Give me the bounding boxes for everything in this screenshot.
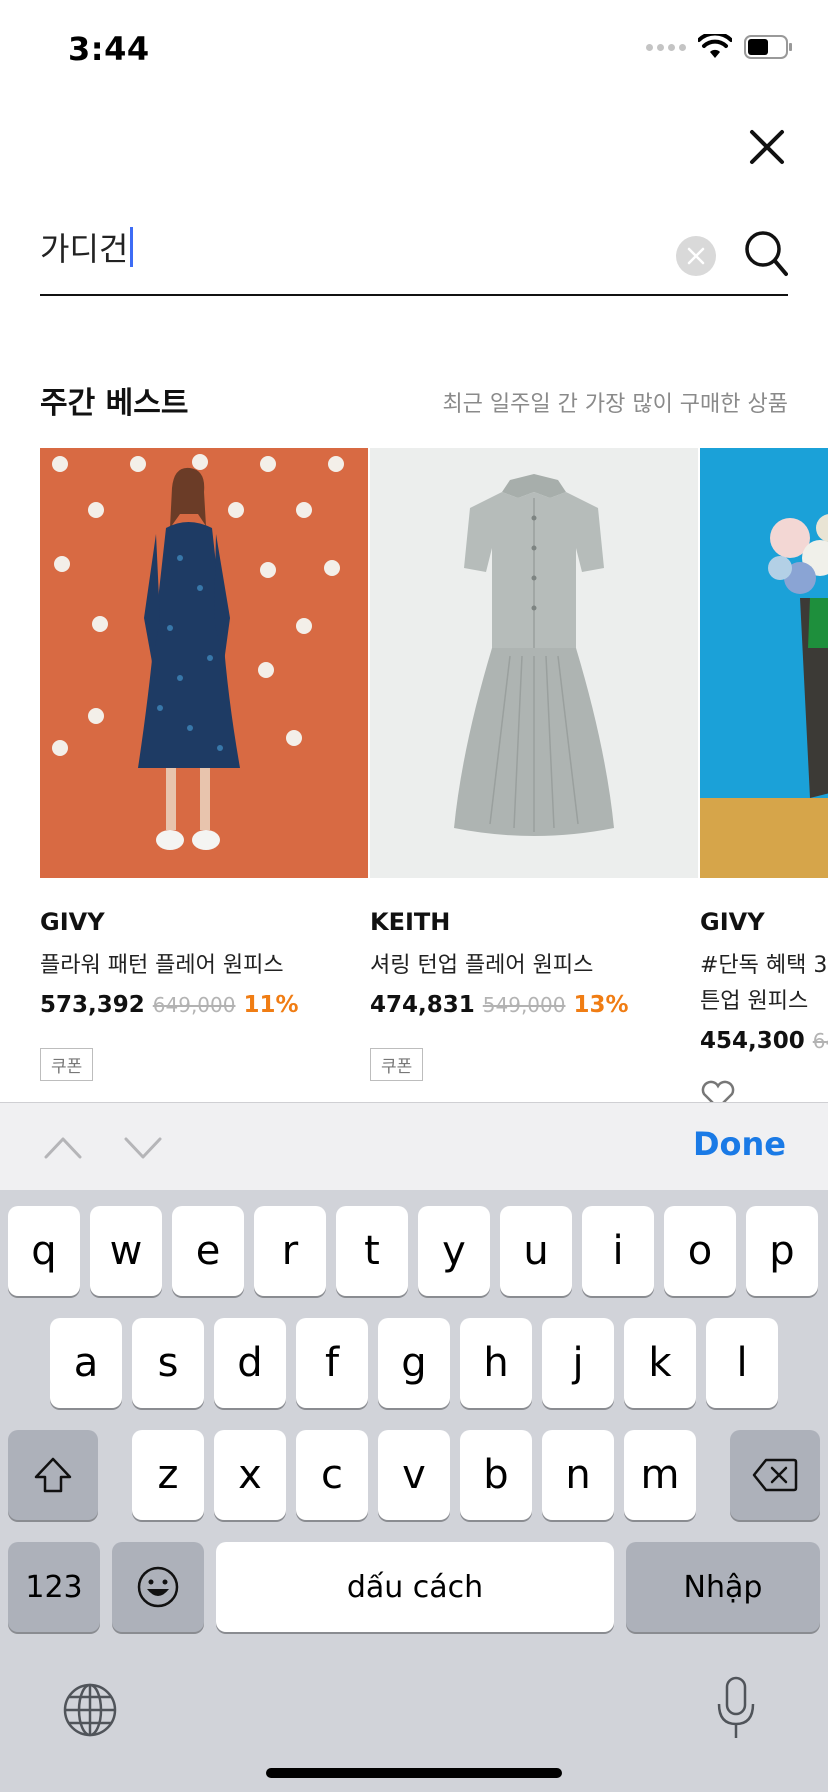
chevron-up-icon[interactable] [42,1129,84,1165]
product-card[interactable]: KEITH 셔링 턴업 플레어 원피스 474,831 549,000 13% … [370,448,698,1081]
key-t[interactable]: t [336,1206,408,1296]
search-bar[interactable]: 가디건 [40,212,788,296]
key-z[interactable]: z [132,1430,204,1520]
key-k[interactable]: k [624,1318,696,1408]
wifi-icon [698,34,732,58]
key-r[interactable]: r [254,1206,326,1296]
product-price: 454,300 [700,1028,805,1054]
emoji-key[interactable] [112,1542,204,1632]
key-m[interactable]: m [624,1430,696,1520]
cellular-signal-icon [646,43,686,51]
product-brand: KEITH [370,908,451,936]
key-f[interactable]: f [296,1318,368,1408]
key-w[interactable]: w [90,1206,162,1296]
battery-icon [744,35,792,59]
search-input-text: 가디건 [40,230,129,268]
product-original-price: 64 [812,1029,828,1053]
close-icon [750,130,784,164]
product-discount: 13% [573,992,629,1018]
product-original-price: 549,000 [482,993,566,1017]
delete-key[interactable] [730,1430,820,1520]
product-image[interactable] [370,448,698,878]
product-name[interactable]: 셔링 턴업 플레어 원피스 [370,948,698,984]
section-title: 주간 베스트 [40,386,189,421]
key-h[interactable]: h [460,1318,532,1408]
key-q[interactable]: q [8,1206,80,1296]
product-carousel[interactable]: GIVY 플라워 패턴 플레어 원피스 573,392 649,000 11% … [40,448,828,1102]
done-button[interactable]: Done [693,1125,786,1163]
backspace-icon [752,1458,798,1492]
product-name[interactable]: #단독 혜택 3 튼업 원피스 [700,948,828,1020]
key-c[interactable]: c [296,1430,368,1520]
key-x[interactable]: x [214,1430,286,1520]
model-flowers-illustration [700,514,828,878]
chevron-down-icon[interactable] [122,1129,164,1165]
text-caret [130,227,134,267]
status-time: 3:44 [68,30,150,68]
product-brand: GIVY [40,908,105,936]
product-discount: 11% [243,992,299,1018]
product-original-price: 649,000 [152,993,236,1017]
key-p[interactable]: p [746,1206,818,1296]
product-price: 474,831 [370,992,475,1018]
key-d[interactable]: d [214,1318,286,1408]
keyboard: q w e r t y u i o p a s d f g h j k l z … [0,1190,828,1792]
product-price-row: 454,300 64 [700,1028,828,1054]
search-button[interactable] [744,230,788,278]
emoji-icon [137,1566,179,1608]
section-subtitle: 최근 일주일 간 가장 많이 구매한 상품 [442,392,788,417]
coupon-badge: 쿠폰 [370,1048,424,1081]
model-floral-dress-illustration [52,454,344,850]
key-j[interactable]: j [542,1318,614,1408]
gray-dress-illustration [454,474,614,836]
shift-key[interactable] [8,1430,98,1520]
product-price-row: 474,831 549,000 13% [370,992,629,1018]
product-brand: GIVY [700,908,765,936]
search-input[interactable]: 가디건 [40,224,134,270]
shift-icon [34,1457,72,1493]
key-l[interactable]: l [706,1318,778,1408]
home-indicator [266,1768,562,1778]
key-g[interactable]: g [378,1318,450,1408]
numbers-key[interactable]: 123 [8,1542,100,1632]
search-icon [745,231,788,276]
key-e[interactable]: e [172,1206,244,1296]
close-button[interactable] [746,126,788,168]
coupon-badge: 쿠폰 [40,1048,94,1081]
key-v[interactable]: v [378,1430,450,1520]
clear-search-button[interactable] [676,236,716,276]
product-price: 573,392 [40,992,145,1018]
status-icons [646,34,794,60]
key-y[interactable]: y [418,1206,490,1296]
return-key[interactable]: Nhập [626,1542,820,1632]
space-key[interactable]: dấu cách [216,1542,614,1632]
key-a[interactable]: a [50,1318,122,1408]
key-u[interactable]: u [500,1206,572,1296]
product-card[interactable]: GIVY 플라워 패턴 플레어 원피스 573,392 649,000 11% … [40,448,368,1081]
status-bar: 3:44 [0,0,828,100]
key-o[interactable]: o [664,1206,736,1296]
globe-icon[interactable] [62,1682,118,1738]
key-n[interactable]: n [542,1430,614,1520]
key-s[interactable]: s [132,1318,204,1408]
microphone-icon[interactable] [716,1676,756,1740]
keyboard-accessory-bar: Done [0,1102,828,1190]
product-price-row: 573,392 649,000 11% [40,992,299,1018]
clear-icon [687,247,705,265]
key-b[interactable]: b [460,1430,532,1520]
product-card[interactable]: GIVY #단독 혜택 3 튼업 원피스 454,300 64 [700,448,828,1102]
heart-icon[interactable] [700,1080,736,1102]
product-image[interactable] [700,448,828,878]
key-i[interactable]: i [582,1206,654,1296]
product-image[interactable] [40,448,368,878]
product-name[interactable]: 플라워 패턴 플레어 원피스 [40,948,368,984]
